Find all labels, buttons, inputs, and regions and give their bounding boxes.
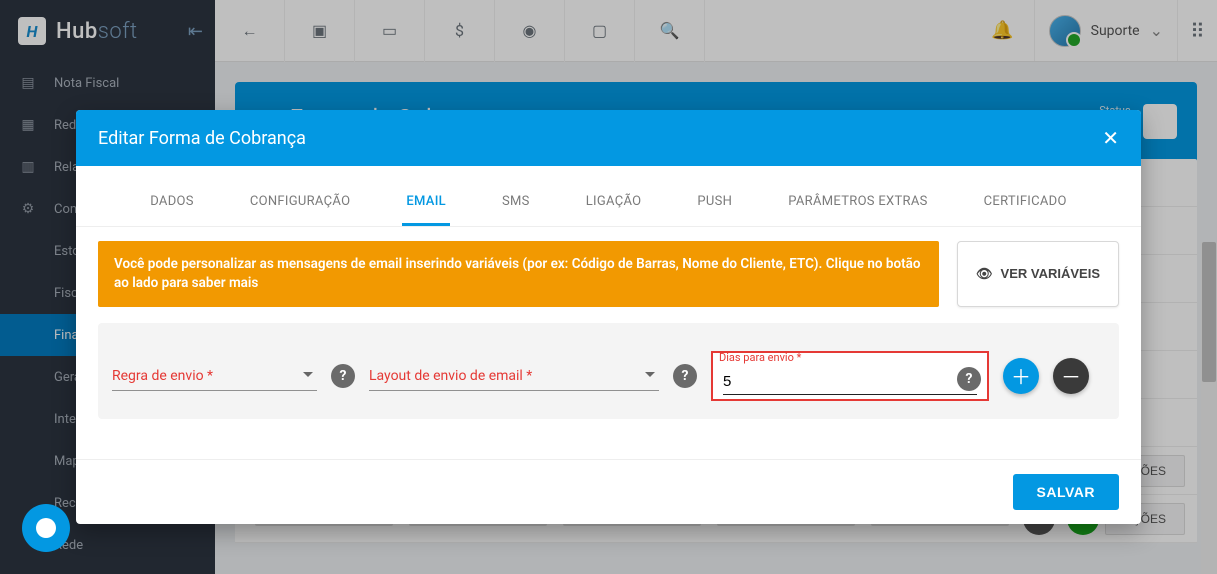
close-icon[interactable]: ✕ — [1102, 126, 1119, 150]
layout-email-select[interactable]: Layout de envio de email * — [369, 360, 659, 391]
help-icon[interactable]: ? — [331, 364, 355, 388]
modal-title: Editar Forma de Cobrança — [98, 128, 306, 149]
ver-variaveis-button[interactable]: 👁 VER VARIÁVEIS — [957, 241, 1119, 307]
email-rule-row: Regra de envio * ? Layout de envio de em… — [98, 323, 1119, 419]
var-button-label: VER VARIÁVEIS — [1001, 266, 1100, 281]
remove-rule-button[interactable]: － — [1053, 358, 1089, 394]
add-rule-button[interactable]: ＋ — [1003, 358, 1039, 394]
modal-edit-cobranca: Editar Forma de Cobrança ✕ DADOS CONFIGU… — [76, 110, 1141, 524]
tab-email[interactable]: EMAIL — [402, 184, 450, 226]
regra-envio-select[interactable]: Regra de envio * — [112, 360, 317, 391]
dias-envio-field: Dias para envio * ? — [711, 351, 989, 401]
dias-envio-input[interactable] — [723, 359, 977, 395]
help-icon[interactable]: ? — [957, 367, 981, 391]
modal-footer: SALVAR — [76, 459, 1141, 524]
field-label: Dias para envio * — [719, 351, 801, 364]
tab-parametros[interactable]: PARÂMETROS EXTRAS — [784, 184, 931, 226]
hint-text: Você pode personalizar as mensagens de e… — [98, 241, 939, 307]
chevron-down-icon — [645, 372, 655, 382]
tab-dados[interactable]: DADOS — [146, 184, 198, 226]
eye-icon: 👁 — [976, 266, 993, 282]
chat-icon — [36, 518, 56, 538]
modal-header: Editar Forma de Cobrança ✕ — [76, 110, 1141, 166]
save-button[interactable]: SALVAR — [1013, 474, 1119, 510]
chevron-down-icon — [303, 372, 313, 382]
modal-tabs: DADOS CONFIGURAÇÃO EMAIL SMS LIGAÇÃO PUS… — [76, 166, 1141, 227]
chat-widget[interactable] — [22, 504, 70, 552]
tab-sms[interactable]: SMS — [498, 184, 534, 226]
tab-config[interactable]: CONFIGURAÇÃO — [246, 184, 355, 226]
tab-push[interactable]: PUSH — [693, 184, 736, 226]
tab-certificado[interactable]: CERTIFICADO — [980, 184, 1071, 226]
help-icon[interactable]: ? — [673, 364, 697, 388]
tab-ligacao[interactable]: LIGAÇÃO — [582, 184, 646, 226]
